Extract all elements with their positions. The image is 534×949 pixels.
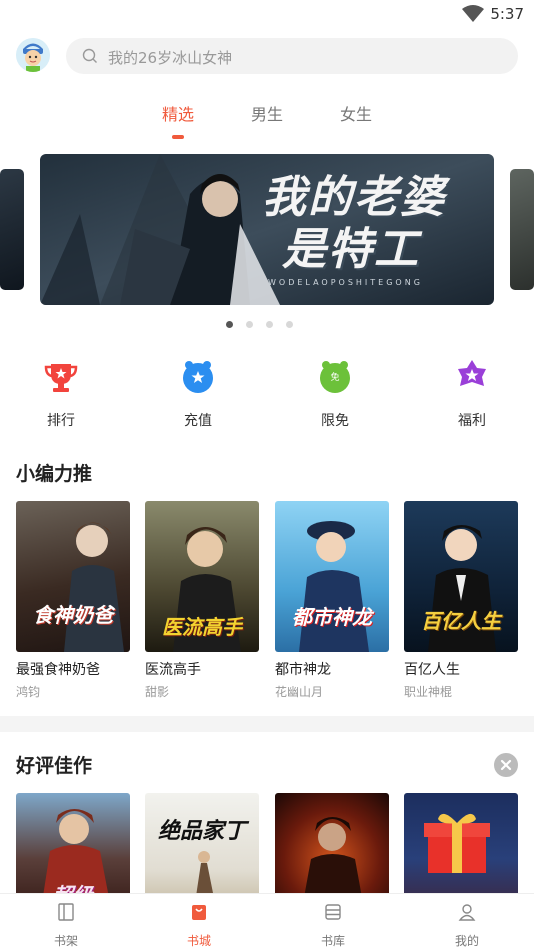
quick-actions: 排行 充值 限免 福利 免 <box>0 358 534 430</box>
book-cover[interactable]: 食神奶爸 <box>16 501 130 652</box>
book-author: 甜影 <box>145 685 170 699</box>
nav-bookstore[interactable]: 书城 <box>159 902 239 949</box>
book-cover[interactable]: 超级 <box>16 793 130 903</box>
cover-art <box>64 522 124 652</box>
quick-welfare-button[interactable]: 福利 <box>427 358 517 430</box>
quick-welfare-label: 福利 <box>458 413 486 429</box>
avatar[interactable] <box>16 38 50 72</box>
book-cover[interactable]: 都市神龙 <box>275 501 389 652</box>
cover-title: 绝品家丁 <box>157 819 246 844</box>
quick-recharge-label: 充值 <box>184 413 212 429</box>
section-divider <box>0 716 534 732</box>
book-cover[interactable] <box>404 793 518 903</box>
section-title-top-rated: 好评佳作 <box>16 755 93 777</box>
book-title: 百亿人生 <box>404 662 460 678</box>
book-cover[interactable]: 百亿人生 <box>404 501 518 652</box>
cover-title: 食神奶爸 <box>33 603 113 627</box>
tab-female[interactable]: 女生 <box>326 101 386 125</box>
category-tabs: 精选 男生 女生 <box>0 98 534 142</box>
search-bar[interactable]: 我的26岁冰山女神 <box>66 38 518 74</box>
banner-prev-peek[interactable] <box>0 169 24 290</box>
carousel-dot[interactable] <box>246 321 253 328</box>
nav-library-label: 书库 <box>320 934 345 948</box>
nav-bookshelf-label: 书架 <box>53 934 78 948</box>
trophy-icon <box>44 364 78 392</box>
cover-art <box>303 817 363 903</box>
recharge-star-icon <box>183 361 213 393</box>
book-card[interactable]: 食神奶爸 最强食神奶爸 鸿钧 <box>16 501 130 700</box>
search-placeholder: 我的26岁冰山女神 <box>108 49 233 67</box>
bookstore-icon <box>192 905 206 920</box>
nav-library[interactable]: 书库 <box>293 902 373 949</box>
section-title-editor-picks: 小编力推 <box>16 463 93 485</box>
book-cover[interactable]: 绝品家丁 <box>145 793 259 903</box>
tab-indicator <box>172 135 184 139</box>
carousel-dot[interactable] <box>266 321 273 328</box>
bookshelf-icon <box>58 903 74 921</box>
book-cover[interactable] <box>275 793 389 903</box>
nav-profile-label: 我的 <box>454 934 479 948</box>
book-cover[interactable]: 医流高手 <box>145 501 259 652</box>
library-icon <box>325 904 341 920</box>
banner-title-line1: 我的老婆 <box>262 172 446 223</box>
quick-rank-label: 排行 <box>47 413 75 429</box>
banner-slide[interactable]: 我的老婆 是特工 WODELAOPOSHITEGONG <box>40 154 494 305</box>
status-time: 5:37 <box>490 5 524 23</box>
carousel-dot[interactable] <box>226 321 233 328</box>
cover-art <box>195 851 215 903</box>
cover-title: 医流高手 <box>162 615 242 639</box>
top-bar: 我的26岁冰山女神 <box>0 34 534 78</box>
nav-profile[interactable]: 我的 <box>427 902 507 949</box>
banner-title-line2: 是特工 <box>282 224 420 275</box>
wifi-icon <box>462 5 484 22</box>
banner-subtitle: WODELAOPOSHITEGONG <box>268 278 423 287</box>
free-badge-text: 免 <box>330 373 340 383</box>
book-author: 职业神棍 <box>404 685 453 699</box>
banner-title: 我的老婆 是特工 <box>262 172 446 276</box>
quick-free-label: 限免 <box>321 413 349 429</box>
nav-bookshelf[interactable]: 书架 <box>26 902 106 949</box>
book-title: 医流高手 <box>145 662 201 678</box>
profile-icon <box>458 904 476 921</box>
cover-title: 百亿人生 <box>421 609 501 633</box>
close-icon <box>500 759 512 771</box>
book-card[interactable]: 都市神龙 都市神龙 花幽山月 <box>275 501 389 700</box>
quick-free-button[interactable]: 限免 <box>290 358 380 430</box>
cover-title: 都市神龙 <box>292 605 372 629</box>
search-icon <box>82 48 97 63</box>
book-title: 都市神龙 <box>275 662 331 678</box>
book-author: 鸿钧 <box>16 685 41 699</box>
gift-icon <box>424 813 490 873</box>
quick-rank-button[interactable]: 排行 <box>16 358 106 430</box>
carousel-dot[interactable] <box>286 321 293 328</box>
status-bar: 5:37 <box>0 0 534 30</box>
book-card[interactable]: 百亿人生 百亿人生 职业神棍 <box>404 501 518 700</box>
tab-male[interactable]: 男生 <box>237 101 297 125</box>
banner-next-peek[interactable] <box>510 169 534 290</box>
book-title: 最强食神奶爸 <box>16 662 100 678</box>
bottom-nav: 书架 书城 书库 我的 <box>0 893 534 949</box>
avatar-icon <box>16 38 50 72</box>
tab-featured[interactable]: 精选 <box>148 101 208 125</box>
carousel-indicator <box>226 321 306 329</box>
nav-bookstore-label: 书城 <box>186 934 211 948</box>
quick-recharge-button[interactable]: 充值 <box>153 358 243 430</box>
book-author: 花幽山月 <box>275 685 324 699</box>
book-card[interactable]: 医流高手 医流高手 甜影 <box>145 501 259 700</box>
close-button[interactable] <box>494 753 518 777</box>
gift-star-icon <box>458 360 486 386</box>
